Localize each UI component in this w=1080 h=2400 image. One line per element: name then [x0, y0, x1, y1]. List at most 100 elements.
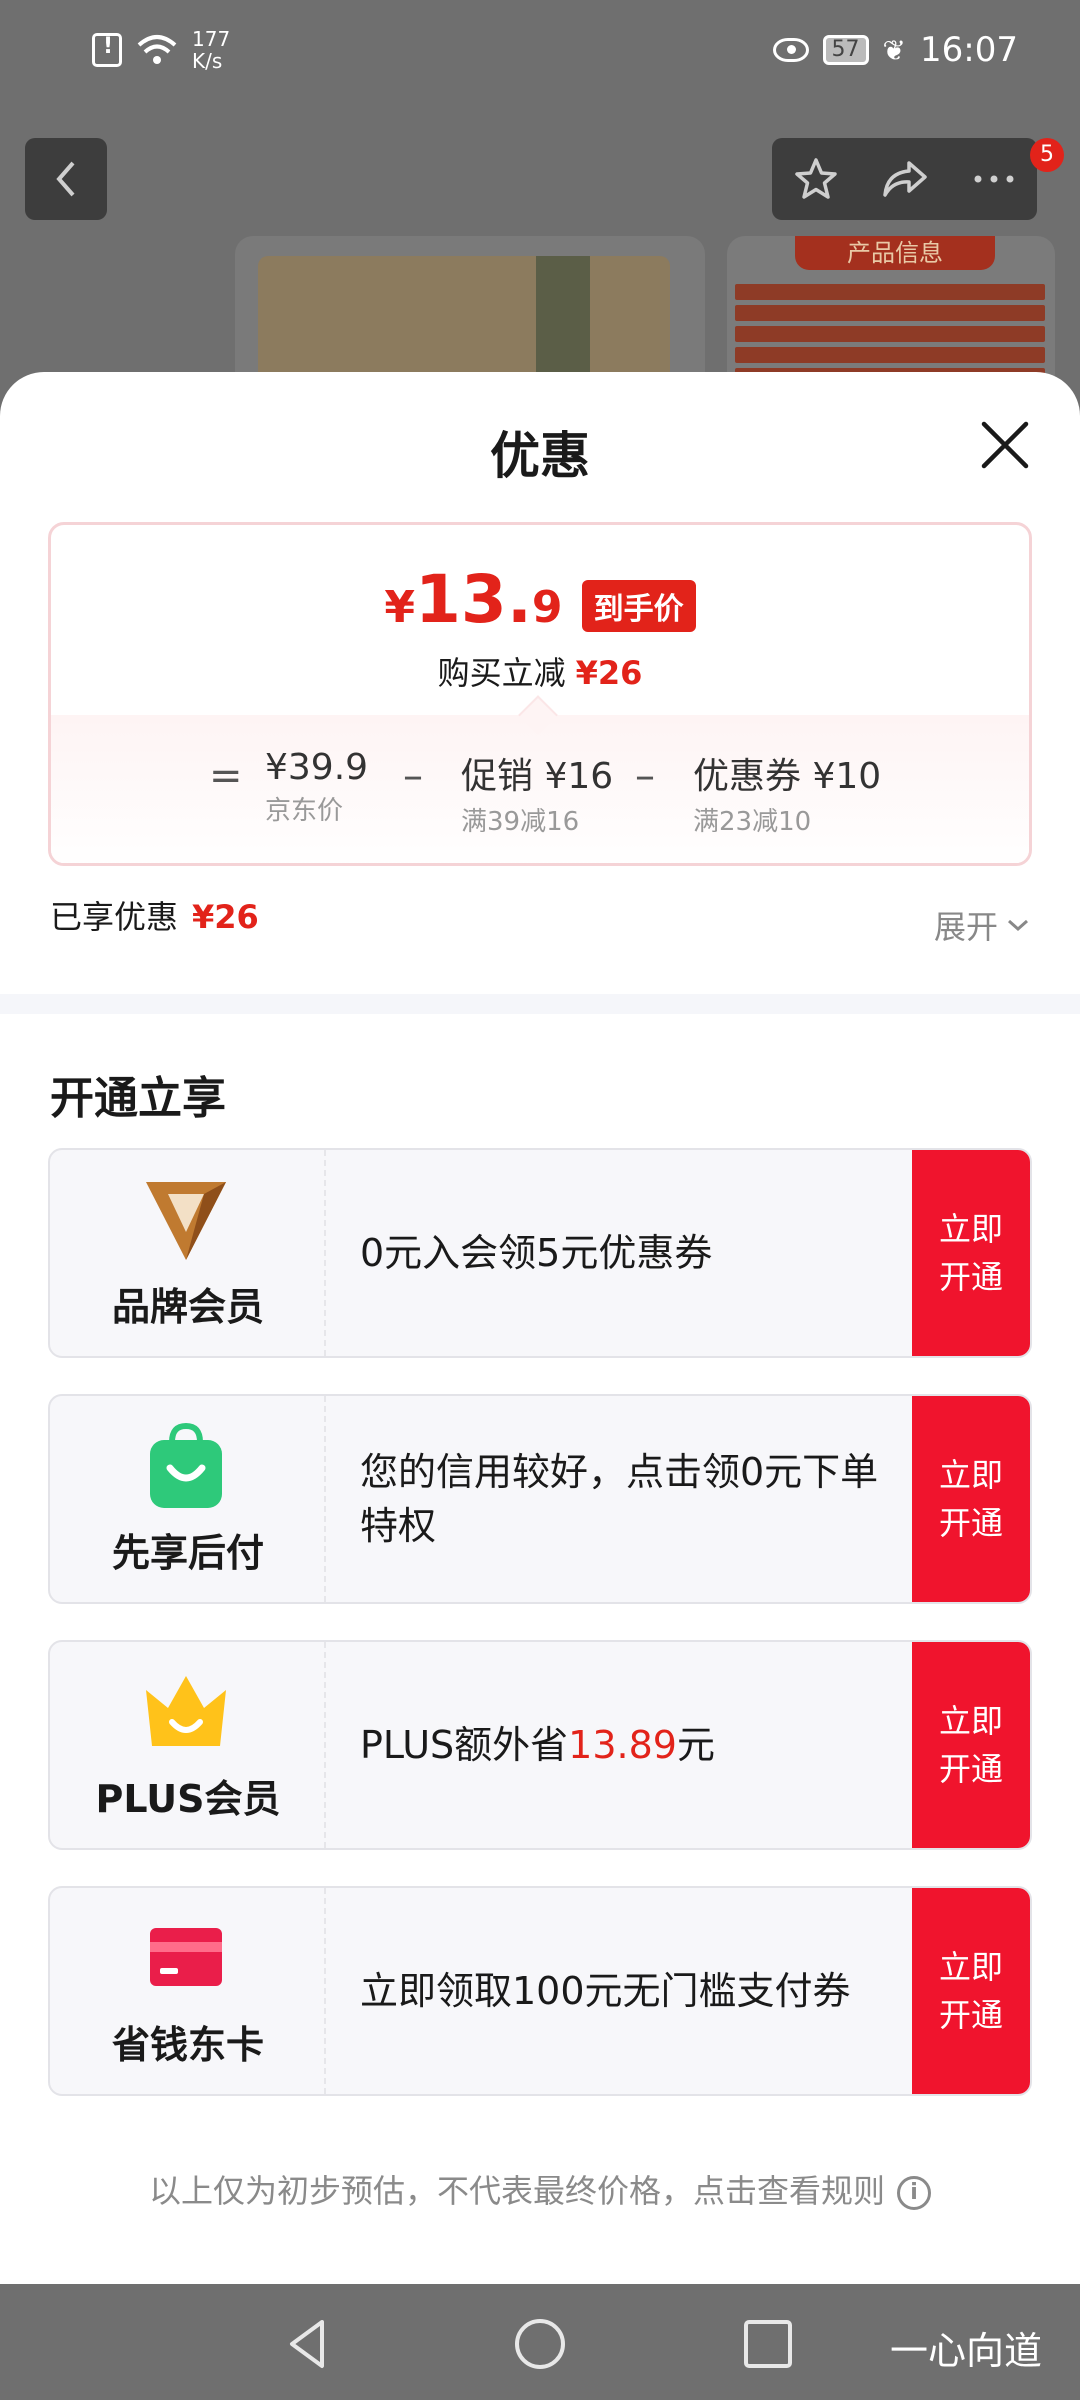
- info-row: [735, 347, 1045, 363]
- navigation-bar: 一心向道: [0, 2284, 1080, 2400]
- activate-button[interactable]: 立即 开通: [912, 1150, 1030, 1356]
- card-left: 品牌会员: [50, 1150, 326, 1356]
- card-name: 品牌会员: [111, 1285, 264, 1329]
- equals-sign: =: [209, 753, 243, 799]
- card-description: PLUS额外省 13.89 元: [360, 1642, 880, 1848]
- chevron-left-icon: [56, 161, 75, 197]
- base-price: ¥39.9: [265, 747, 369, 788]
- savings-label: 购买立减: [437, 653, 566, 692]
- battery-indicator: 57: [822, 35, 869, 65]
- shopping-bag-smile-icon: [150, 1422, 222, 1508]
- info-icon[interactable]: i: [897, 2176, 931, 2210]
- star-icon[interactable]: [792, 155, 840, 203]
- net-speed-unit: K/s: [192, 49, 223, 73]
- activate-button[interactable]: 立即 开通: [912, 1642, 1030, 1848]
- coupon-item: 优惠券 ¥10 满23减10: [693, 747, 881, 838]
- activate-line2: 开通: [938, 1258, 1003, 1296]
- crown-icon: [146, 1676, 226, 1746]
- savings-value: ¥26: [575, 653, 643, 692]
- card-icon: [150, 1928, 222, 1986]
- card-description-suffix: 元: [676, 1723, 715, 1767]
- status-left: 177 K/s: [92, 28, 230, 72]
- card-description: 0元入会领5元优惠券: [360, 1231, 713, 1275]
- enjoyed-value: ¥26: [192, 898, 259, 936]
- product-info-title: 产品信息: [795, 236, 995, 270]
- price-formula: = ¥39.9 京东价 – 促销 ¥16 满39减16 – 优惠券 ¥10 满2…: [51, 747, 1029, 847]
- activate-line1: 立即: [938, 1702, 1003, 1740]
- card-description-prefix: PLUS额外省: [360, 1723, 569, 1767]
- notification-badge: 5: [1030, 138, 1064, 172]
- enjoyed-label: 已享优惠: [50, 898, 179, 936]
- net-speed: 177 K/s: [192, 28, 230, 72]
- savings-line: 购买立减 ¥26: [51, 648, 1029, 694]
- coupon-title: 优惠券: [693, 756, 802, 797]
- coupon-value: ¥10: [812, 756, 882, 797]
- card-description: 您的信用较好，点击领0元下单特权: [360, 1450, 879, 1548]
- activate-button[interactable]: 立即 开通: [912, 1888, 1030, 2094]
- benefit-card-pay-later: 先享后付 您的信用较好，点击领0元下单特权 立即 开通: [48, 1394, 1032, 1604]
- section-divider: [0, 994, 1080, 1014]
- more-icon[interactable]: [970, 169, 1018, 189]
- screen: 177 K/s 57 ❦ 16:07 5 产品信息: [0, 0, 1080, 2400]
- coupon-line: 优惠券 ¥10: [693, 747, 881, 799]
- status-bar: 177 K/s 57 ❦ 16:07: [0, 0, 1080, 105]
- activate-line2: 开通: [938, 1504, 1003, 1542]
- minus-sign: –: [635, 753, 655, 799]
- card-name: PLUS会员: [95, 1777, 281, 1821]
- promo-value: ¥16: [544, 756, 614, 797]
- leaf-icon: ❦: [882, 33, 907, 67]
- brand-member-v-icon: [146, 1182, 226, 1260]
- benefit-card-plus: PLUS会员 PLUS额外省 13.89 元 立即 开通: [48, 1640, 1032, 1850]
- final-price-area: ¥ 13. 9 到手价 购买立减 ¥26: [51, 561, 1029, 694]
- final-price-currency: ¥: [384, 582, 415, 633]
- nav-back-icon[interactable]: [278, 2314, 338, 2374]
- eye-icon: [772, 38, 809, 62]
- activate-line2: 开通: [938, 1996, 1003, 2034]
- info-row: [735, 326, 1045, 342]
- close-icon[interactable]: [980, 420, 1030, 470]
- sim-alert-icon: [92, 33, 122, 67]
- price-breakdown-box: ¥ 13. 9 到手价 购买立减 ¥26 = ¥39.9 京东价 – 促销 ¥1…: [48, 522, 1032, 866]
- enjoyed-discount: 已享优惠 ¥26: [50, 892, 259, 938]
- info-row: [735, 284, 1045, 300]
- card-description: 立即领取100元无门槛支付券: [360, 1969, 851, 2013]
- discount-sheet: 优惠 ¥ 13. 9 到手价 购买立减 ¥26 = ¥39.9 京东价 – 促销…: [0, 372, 1080, 2284]
- promo-title: 促销: [461, 756, 534, 797]
- card-left: PLUS会员: [50, 1642, 326, 1848]
- card-left: 省钱东卡: [50, 1888, 326, 2094]
- section-title: 开通立享: [50, 1073, 226, 1124]
- card-name: 先享后付: [111, 1531, 264, 1575]
- footnote-text: 以上仅为初步预估，不代表最终价格，点击查看规则: [148, 2172, 885, 2210]
- coupon-rule: 满23减10: [693, 807, 812, 837]
- watermark-brand: 一心向道: [889, 2329, 1042, 2373]
- nav-recents-icon[interactable]: [738, 2314, 798, 2374]
- chevron-down-icon: [1008, 919, 1028, 932]
- info-row: [735, 305, 1045, 321]
- clock: 16:07: [920, 30, 1018, 70]
- background-page: 177 K/s 57 ❦ 16:07 5 产品信息: [0, 0, 1080, 426]
- activate-line1: 立即: [938, 1948, 1003, 1986]
- minus-sign: –: [403, 753, 423, 799]
- final-price-decimal: 9: [531, 582, 563, 633]
- promo-line: 促销 ¥16: [461, 747, 613, 799]
- expand-label: 展开: [933, 908, 998, 946]
- card-left: 先享后付: [50, 1396, 326, 1602]
- back-button[interactable]: [25, 138, 107, 220]
- net-speed-value: 177: [192, 27, 231, 51]
- expand-toggle[interactable]: 展开: [934, 902, 1030, 948]
- benefit-card-brand-member: 品牌会员 0元入会领5元优惠券 立即 开通: [48, 1148, 1032, 1358]
- promo-rule: 满39减16: [461, 807, 580, 837]
- wifi-icon: [136, 33, 178, 67]
- sheet-title: 优惠: [490, 427, 590, 485]
- activate-button[interactable]: 立即 开通: [912, 1396, 1030, 1602]
- base-price-item: ¥39.9 京东价: [265, 747, 368, 827]
- base-price-label: 京东价: [265, 796, 344, 826]
- final-price: ¥ 13. 9: [384, 561, 562, 638]
- card-description-amount: 13.89: [568, 1723, 677, 1767]
- activate-line1: 立即: [938, 1210, 1003, 1248]
- nav-home-icon[interactable]: [510, 2314, 570, 2374]
- share-icon[interactable]: [879, 155, 931, 203]
- rules-footnote[interactable]: 以上仅为初步预估，不代表最终价格，点击查看规则 i: [0, 2166, 1080, 2212]
- promo-item: 促销 ¥16 满39减16: [461, 747, 613, 838]
- card-name: 省钱东卡: [111, 2023, 264, 2067]
